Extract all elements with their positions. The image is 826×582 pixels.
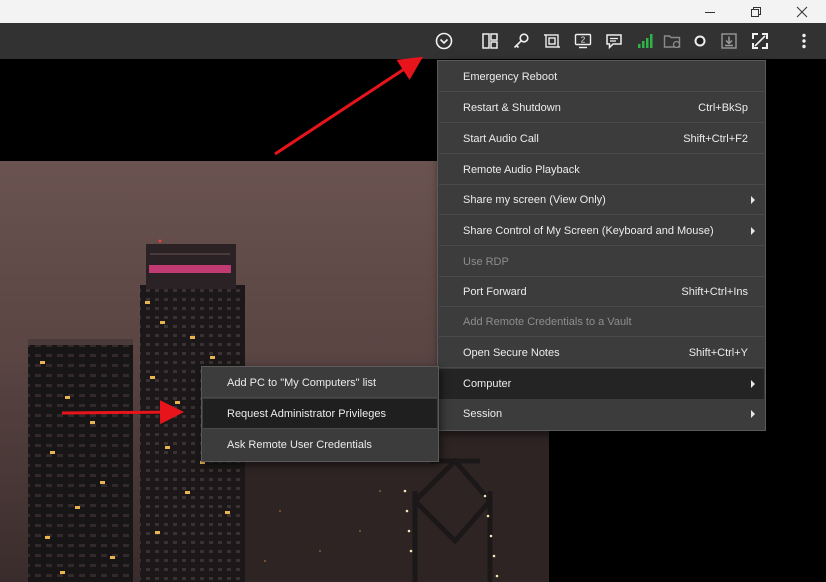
menu-item-restart-shutdown[interactable]: Restart & Shutdown Ctrl+BkSp (439, 93, 764, 123)
menu-item-label: Add Remote Credentials to a Vault (463, 315, 632, 328)
credentials-button[interactable] (511, 31, 531, 51)
submenu-item-label: Request Administrator Privileges (227, 407, 386, 420)
file-transfer-button[interactable] (662, 31, 682, 51)
menu-item-label: Start Audio Call (463, 132, 539, 145)
restore-icon (751, 6, 761, 17)
menu-item-emergency-reboot[interactable]: Emergency Reboot (439, 62, 764, 92)
monitor-badge: 2 (581, 36, 586, 45)
close-window-button[interactable] (779, 0, 825, 23)
menu-item-label: Emergency Reboot (463, 70, 558, 83)
menu-item-label: Use RDP (463, 255, 509, 268)
menu-item-label: Session (463, 408, 503, 420)
minimize-icon (705, 11, 715, 13)
record-button[interactable] (690, 31, 710, 51)
monitor-2-icon: 2 (574, 33, 592, 49)
window-title-bar (0, 0, 826, 23)
menu-item-label: Share my screen (View Only) (463, 193, 606, 206)
submenu-item-label: Ask Remote User Credentials (227, 439, 372, 451)
submenu-arrow-icon (751, 380, 755, 388)
submenu-arrow-icon (751, 196, 755, 204)
folder-transfer-icon (663, 35, 681, 49)
menu-item-shortcut: Shift+Ctrl+Y (688, 346, 748, 359)
submenu-item-ask-remote-user-credentials[interactable]: Ask Remote User Credentials (203, 430, 437, 460)
record-icon (694, 35, 706, 47)
monitor-select-button[interactable]: 2 (573, 31, 593, 51)
fullscreen-button[interactable] (750, 31, 770, 51)
chat-icon (606, 34, 622, 50)
submenu-item-add-pc-to-my-computers[interactable]: Add PC to "My Computers" list (203, 368, 437, 398)
more-vertical-icon (802, 33, 806, 49)
menu-item-use-rdp: Use RDP (439, 247, 764, 277)
menu-item-label: Port Forward (463, 285, 527, 298)
menu-item-share-screen-view-only[interactable]: Share my screen (View Only) (439, 185, 764, 215)
menu-item-port-forward[interactable]: Port Forward Shift+Ctrl+Ins (439, 277, 764, 307)
menu-item-add-remote-credentials: Add Remote Credentials to a Vault (439, 307, 764, 337)
actions-menu: Emergency Reboot Restart & Shutdown Ctrl… (437, 60, 766, 431)
menu-item-share-control[interactable]: Share Control of My Screen (Keyboard and… (439, 216, 764, 246)
menu-item-label: Restart & Shutdown (463, 101, 561, 114)
select-screen-button[interactable] (542, 31, 562, 51)
submenu-item-request-admin-privileges[interactable]: Request Administrator Privileges (203, 399, 437, 429)
download-button[interactable] (719, 31, 739, 51)
menu-item-label: Remote Audio Playback (463, 163, 580, 176)
menu-item-computer[interactable]: Computer (439, 369, 764, 399)
menu-item-open-secure-notes[interactable]: Open Secure Notes Shift+Ctrl+Y (439, 338, 764, 368)
chevron-down-circle-icon (435, 32, 453, 50)
menu-item-shortcut: Ctrl+BkSp (698, 101, 748, 114)
submenu-arrow-icon (751, 410, 755, 418)
view-layout-button[interactable] (480, 31, 500, 51)
fullscreen-icon (752, 33, 768, 49)
menu-item-label: Share Control of My Screen (Keyboard and… (463, 224, 714, 237)
menu-item-shortcut: Shift+Ctrl+Ins (681, 285, 748, 298)
submenu-item-label: Add PC to "My Computers" list (227, 376, 377, 389)
computer-submenu: Add PC to "My Computers" list Request Ad… (201, 366, 439, 462)
menu-item-start-audio-call[interactable]: Start Audio Call Shift+Ctrl+F2 (439, 124, 764, 154)
session-toolbar: 2 (0, 23, 826, 59)
actions-menu-button[interactable] (434, 31, 454, 51)
download-icon (721, 33, 737, 49)
layout-icon (482, 33, 498, 49)
key-icon (513, 33, 529, 49)
screen-select-icon (544, 34, 560, 48)
menu-item-label: Computer (463, 378, 512, 390)
connection-quality-indicator[interactable] (635, 31, 655, 51)
more-options-button[interactable] (794, 31, 814, 51)
menu-item-shortcut: Shift+Ctrl+F2 (683, 132, 748, 145)
close-icon (796, 6, 808, 17)
restore-button[interactable] (733, 0, 779, 23)
submenu-arrow-icon (751, 227, 755, 235)
signal-bars-icon (638, 34, 653, 48)
minimize-button[interactable] (687, 0, 733, 23)
menu-item-label: Open Secure Notes (463, 346, 560, 359)
chat-button[interactable] (604, 31, 624, 51)
menu-item-remote-audio-playback[interactable]: Remote Audio Playback (439, 155, 764, 185)
menu-item-session[interactable]: Session (439, 399, 764, 429)
